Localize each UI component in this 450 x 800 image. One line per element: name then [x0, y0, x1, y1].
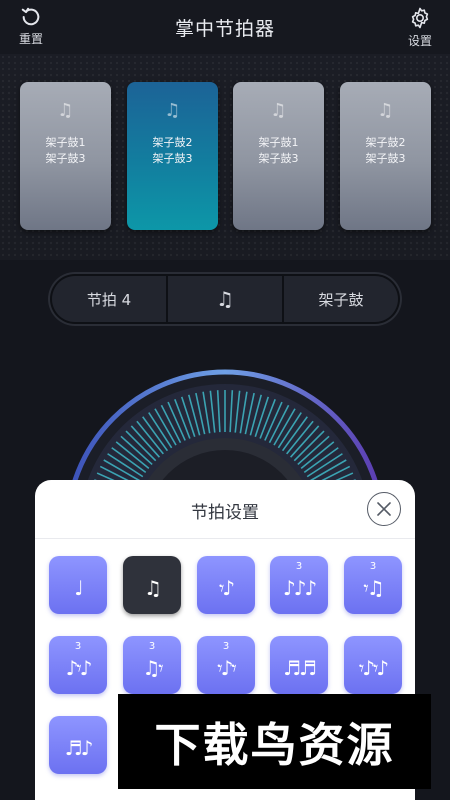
close-button[interactable]	[367, 492, 401, 526]
sixteenth-eighth-icon: ♬♪	[64, 736, 94, 760]
watermark-banner: 下载鸟资源	[118, 694, 431, 789]
quarter-note-icon: ♩	[74, 576, 84, 600]
music-note-icon: ♫	[270, 100, 287, 121]
rhythm-tile-syncopated[interactable]: 𝄾♪𝄾♪	[344, 636, 402, 694]
sixteenth-notes-icon: ♬♬	[283, 656, 317, 680]
pad-line-2: 架子鼓3	[45, 152, 86, 165]
triplet-rest-icon: ♪𝄾♪	[65, 656, 93, 680]
pad-line-1: 架子鼓1	[45, 136, 86, 149]
rhythm-tile-eighths[interactable]: ♫	[123, 556, 181, 614]
beat-selector[interactable]: 节拍 4	[52, 276, 168, 322]
rest-eighth-icon: 𝄾♪	[218, 576, 235, 600]
metronome-options-bar: 节拍 4 ♫ 架子鼓	[48, 272, 402, 326]
music-note-icon: ♫	[57, 100, 74, 121]
drum-pad-2[interactable]: ♫ 架子鼓2 架子鼓3	[127, 82, 218, 230]
close-icon	[377, 502, 391, 516]
drum-pad-1[interactable]: ♫ 架子鼓1 架子鼓3	[20, 82, 111, 230]
triplet-icon: ♪♪♪	[282, 576, 317, 600]
pad-line-1: 架子鼓2	[152, 136, 193, 149]
pad-line-2: 架子鼓3	[365, 152, 406, 165]
settings-label: 设置	[407, 34, 432, 48]
sound-selector[interactable]: 架子鼓	[284, 276, 398, 322]
rhythm-tile-rest-eighth[interactable]: 𝄾♪	[197, 556, 255, 614]
rhythm-tile-sixteenths[interactable]: ♬♬	[270, 636, 328, 694]
triplet-rest-icon: ♫𝄾	[142, 656, 163, 680]
watermark-text: 下载鸟资源	[154, 717, 395, 772]
pad-line-2: 架子鼓3	[152, 152, 193, 165]
music-note-icon: ♫	[377, 100, 394, 121]
note-selector[interactable]: ♫	[168, 276, 284, 322]
music-note-icon: ♫	[164, 100, 181, 121]
reset-button[interactable]: 重置	[9, 6, 53, 47]
music-note-icon: ♫	[216, 287, 234, 311]
dialog-title: 节拍设置	[191, 503, 259, 523]
dialog-divider	[35, 538, 415, 539]
drum-pad-4[interactable]: ♫ 架子鼓2 架子鼓3	[340, 82, 431, 230]
drum-pad-3[interactable]: ♫ 架子鼓1 架子鼓3	[233, 82, 324, 230]
app-header: 重置 掌中节拍器 设置	[0, 0, 450, 54]
rhythm-tile-triplet-rest-middle[interactable]: 3 ♪𝄾♪	[49, 636, 107, 694]
tempo-dial[interactable]	[0, 340, 450, 500]
rhythm-tile-triplet-rests[interactable]: 3 𝄾♪𝄾	[197, 636, 255, 694]
syncopated-notes-icon: 𝄾♪𝄾♪	[358, 656, 389, 680]
rhythm-tile-triplet-rest-last[interactable]: 3 ♫𝄾	[123, 636, 181, 694]
pad-line-1: 架子鼓2	[365, 136, 406, 149]
pad-line-1: 架子鼓1	[258, 136, 299, 149]
reset-label: 重置	[18, 32, 43, 46]
reset-icon	[21, 7, 40, 26]
gear-icon	[411, 7, 429, 29]
pad-line-2: 架子鼓3	[258, 152, 299, 165]
rhythm-tile-quarter[interactable]: ♩	[49, 556, 107, 614]
drum-pad-row: ♫ 架子鼓1 架子鼓3 ♫ 架子鼓2 架子鼓3 ♫ 架子鼓1 架子鼓3 ♫ 架子…	[0, 54, 450, 260]
rhythm-tile-triplet-rest-first[interactable]: 3 𝄾♫	[344, 556, 402, 614]
eighth-notes-icon: ♫	[144, 576, 162, 600]
rhythm-tile-sixteenth-eighth[interactable]: ♬♪	[49, 716, 107, 774]
rhythm-tile-triplet[interactable]: 3 ♪♪♪	[270, 556, 328, 614]
triplet-rest-icon: 𝄾♪𝄾	[217, 656, 236, 680]
settings-button[interactable]: 设置	[398, 6, 442, 49]
triplet-rest-icon: 𝄾♫	[363, 576, 384, 600]
app-title: 掌中节拍器	[174, 17, 275, 40]
